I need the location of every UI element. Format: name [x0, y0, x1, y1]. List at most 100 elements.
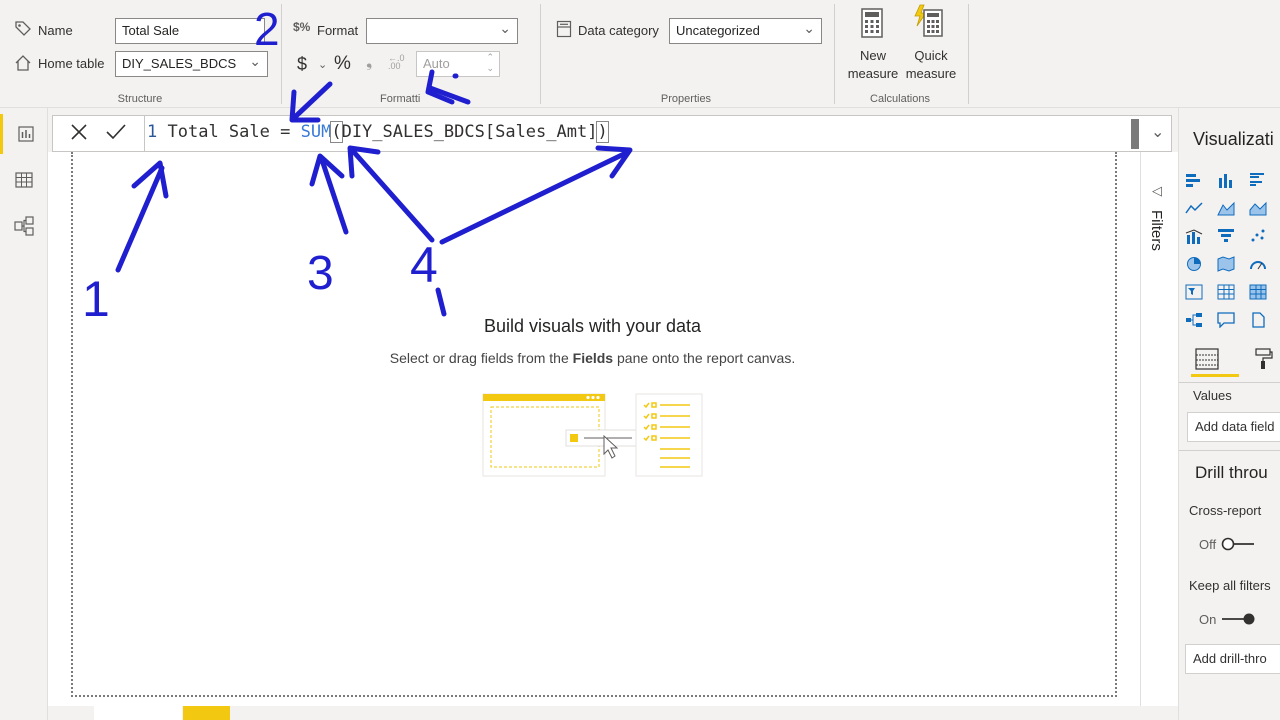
stacked-bar-chart-icon[interactable]	[1183, 170, 1205, 190]
cancel-formula-button[interactable]	[69, 122, 89, 147]
qa-visual-icon[interactable]	[1215, 310, 1237, 330]
formula-bar[interactable]: 1 Total Sale = SUM(DIY_SALES_BDCS[Sales_…	[52, 115, 1172, 152]
currency-button[interactable]: $	[297, 54, 307, 75]
toggle-on-icon	[1222, 613, 1255, 625]
area-chart-icon[interactable]	[1215, 198, 1237, 218]
add-data-field-text: Add data field	[1195, 419, 1275, 434]
measure-name: Total Sale	[167, 122, 270, 142]
ribbon-separator	[834, 4, 835, 104]
formatting-group-label: Formatti	[380, 93, 421, 105]
filters-expand-icon[interactable]: ◁	[1152, 183, 1162, 199]
comma-style-icon[interactable]: ❟	[366, 54, 372, 72]
stacked-column-chart-icon[interactable]	[1215, 170, 1237, 190]
line-number: 1	[147, 122, 158, 142]
paint-roller-icon	[1255, 348, 1273, 369]
paginated-report-icon[interactable]	[1247, 310, 1269, 330]
page-tabs-strip	[48, 706, 1178, 720]
fields-well-tab[interactable]	[1195, 348, 1219, 375]
commit-formula-button[interactable]	[105, 122, 127, 147]
divider	[1179, 382, 1280, 383]
open-paren: (	[330, 121, 343, 143]
drill-through-title: Drill throu	[1195, 463, 1268, 482]
new-measure-label-2: measure	[847, 66, 899, 81]
new-measure-button[interactable]: New measure	[844, 4, 902, 88]
table-icon	[15, 172, 33, 188]
calculator-icon	[861, 8, 883, 43]
quick-measure-label-2: measure	[905, 66, 957, 81]
fields-well-icon	[1195, 348, 1219, 370]
ribbon-separator	[281, 4, 282, 104]
report-view-button[interactable]	[0, 114, 48, 154]
scatter-chart-icon[interactable]	[1247, 226, 1269, 246]
formula-actions	[53, 116, 145, 151]
subtitle-suffix: pane onto the report canvas.	[613, 350, 796, 366]
percent-button[interactable]: %	[334, 53, 351, 75]
subtitle-fields: Fields	[572, 350, 614, 366]
subtitle-prefix: Select or drag fields from the	[389, 350, 573, 366]
name-field[interactable]: Total Sale	[115, 18, 265, 44]
close-icon	[71, 124, 87, 140]
data-category-dropdown[interactable]: Uncategorized	[669, 18, 822, 44]
ribbon-separator	[540, 4, 541, 104]
model-view-button[interactable]	[0, 206, 48, 246]
table-visual-icon[interactable]	[1215, 282, 1237, 302]
visual-gallery	[1183, 170, 1280, 330]
chevron-down-icon[interactable]: ⌄	[318, 58, 327, 71]
keep-all-filters-toggle[interactable]: On	[1199, 610, 1269, 628]
close-paren: )	[596, 121, 609, 143]
clustered-bar-chart-icon[interactable]	[1247, 170, 1269, 190]
quick-measure-label-1: Quick	[914, 48, 948, 63]
funnel-chart-icon[interactable]	[1215, 226, 1237, 246]
function-name: SUM	[300, 122, 332, 142]
format-dropdown[interactable]	[366, 18, 518, 44]
name-label: Name	[38, 23, 73, 38]
decomposition-tree-icon[interactable]	[1183, 310, 1205, 330]
annotation-4: 4	[410, 237, 438, 293]
annotation-2: 2	[254, 3, 280, 55]
quick-measure-button[interactable]: Quick measure	[902, 4, 960, 88]
home-table-dropdown[interactable]: DIY_SALES_BDCS	[115, 51, 268, 77]
spinner-icon[interactable]: ⌃ ⌄	[486, 52, 494, 74]
cross-report-toggle[interactable]: Off	[1199, 535, 1269, 553]
map-icon[interactable]	[1215, 254, 1237, 274]
quick-measure-icon	[912, 4, 944, 43]
cross-report-state: Off	[1199, 537, 1217, 552]
data-category-label: Data category	[578, 23, 659, 38]
add-drill-through-box[interactable]: Add drill-thro	[1185, 644, 1280, 674]
calculations-group-label: Calculations	[870, 93, 930, 105]
ribbon: Name Total Sale Home table DIY_SALES_BDC…	[0, 0, 1280, 108]
empty-canvas-title: Build visuals with your data	[483, 316, 702, 336]
active-page-tab[interactable]	[183, 706, 230, 720]
decimal-places-input[interactable]: Auto ⌃ ⌄	[416, 51, 500, 77]
add-data-field-box[interactable]: Add data field	[1187, 412, 1280, 442]
decrease-decimal-icon[interactable]: ←.0.00	[388, 54, 405, 71]
format-visual-tab[interactable]	[1253, 348, 1273, 375]
formula-scrollbar[interactable]	[1131, 119, 1139, 149]
dax-expression[interactable]: 1 Total Sale = SUM(DIY_SALES_BDCS[Sales_…	[147, 121, 609, 143]
divider	[1179, 450, 1280, 451]
pie-chart-icon[interactable]	[1183, 254, 1205, 274]
line-column-chart-icon[interactable]	[1183, 226, 1205, 246]
model-icon	[14, 216, 34, 236]
cross-report-label: Cross-report	[1189, 503, 1262, 518]
new-measure-label-1: New	[859, 48, 886, 63]
format-icon: $%	[293, 20, 311, 34]
home-table-label: Home table	[38, 56, 105, 71]
line-chart-icon[interactable]	[1183, 198, 1205, 218]
visualizations-title: Visualizati	[1193, 129, 1274, 149]
format-label: Format	[317, 23, 359, 38]
matrix-icon[interactable]	[1247, 282, 1269, 302]
empty-canvas-subtitle: Select or drag fields from the Fields pa…	[0, 350, 1185, 366]
properties-group-label: Properties	[660, 93, 712, 105]
stacked-area-chart-icon[interactable]	[1247, 198, 1269, 218]
empty-canvas-illustration	[482, 392, 704, 478]
slicer-icon[interactable]	[1183, 282, 1205, 302]
data-view-button[interactable]	[0, 160, 48, 200]
column-reference: DIY_SALES_BDCS[Sales_Amt]	[341, 122, 598, 142]
expand-formula-chevron-icon[interactable]: ⌄	[1151, 122, 1164, 142]
gauge-icon[interactable]	[1247, 254, 1269, 274]
page-tab[interactable]	[94, 706, 182, 720]
data-category-icon	[556, 20, 572, 43]
name-value: Total Sale	[122, 23, 180, 38]
home-table-value: DIY_SALES_BDCS	[122, 56, 237, 71]
